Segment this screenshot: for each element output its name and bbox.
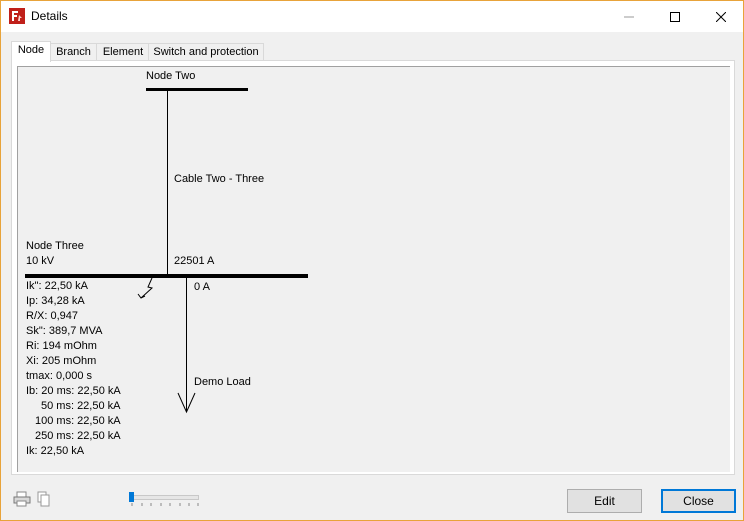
result-ri: Ri: 194 mOhm xyxy=(26,340,97,352)
maximize-icon xyxy=(670,11,680,22)
result-ib-50ms: 50 ms: 22,50 kA xyxy=(41,400,121,412)
node-name-label: Node Three xyxy=(26,240,84,252)
printer-icon[interactable] xyxy=(13,491,31,507)
close-window-button[interactable] xyxy=(698,1,744,32)
zoom-slider-track xyxy=(131,495,199,500)
result-ib-100ms: 100 ms: 22,50 kA xyxy=(35,415,121,427)
load-name-label: Demo Load xyxy=(194,376,251,388)
load-arrow-icon xyxy=(177,392,196,414)
result-sk: Sk": 389,7 MVA xyxy=(26,325,103,337)
title-bar: Details xyxy=(1,1,743,32)
tab-element[interactable]: Element xyxy=(96,43,150,61)
node-voltage-label: 10 kV xyxy=(26,255,55,267)
top-busbar xyxy=(146,88,248,91)
tab-switch-and-protection[interactable]: Switch and protection xyxy=(148,43,264,61)
result-ik-initial: Ik": 22,50 kA xyxy=(26,280,88,292)
close-icon xyxy=(716,11,726,22)
zoom-slider[interactable] xyxy=(129,491,199,509)
result-xi: Xi: 205 mOhm xyxy=(26,355,97,367)
minimize-button[interactable] xyxy=(606,1,652,32)
minimize-icon xyxy=(624,16,634,17)
node-tab-panel: Node Two Cable Two - Three Node Three 10… xyxy=(11,60,735,475)
load-current-label: 0 A xyxy=(194,281,210,293)
close-button[interactable]: Close xyxy=(661,489,736,513)
result-ib-20ms: Ib: 20 ms: 22,50 kA xyxy=(26,385,121,397)
maximize-button[interactable] xyxy=(652,1,698,32)
tab-branch[interactable]: Branch xyxy=(49,43,98,61)
edit-button[interactable]: Edit xyxy=(567,489,642,513)
cable-line xyxy=(167,90,168,276)
window-title: Details xyxy=(31,9,68,23)
top-node-label: Node Two xyxy=(146,70,196,82)
short-circuit-icon xyxy=(137,277,154,299)
result-ib-250ms: 250 ms: 22,50 kA xyxy=(35,430,121,442)
result-tmax: tmax: 0,000 s xyxy=(26,370,93,382)
zoom-slider-thumb[interactable] xyxy=(129,492,134,502)
result-ik-steady: Ik: 22,50 kA xyxy=(26,445,85,457)
result-rx: R/X: 0,947 xyxy=(26,310,78,322)
network-diagram: Node Two Cable Two - Three Node Three 10… xyxy=(17,66,730,472)
node-busbar xyxy=(25,274,308,278)
copy-icon[interactable] xyxy=(37,491,51,507)
result-ip: Ip: 34,28 kA xyxy=(26,295,85,307)
tab-node[interactable]: Node xyxy=(11,41,51,62)
app-logo-icon xyxy=(9,8,25,24)
cable-current-label: 22501 A xyxy=(174,255,215,267)
zoom-slider-ticks xyxy=(131,503,199,506)
cable-label: Cable Two - Three xyxy=(174,173,265,185)
details-window: Details Node Branch Element Switch and p… xyxy=(0,0,744,521)
